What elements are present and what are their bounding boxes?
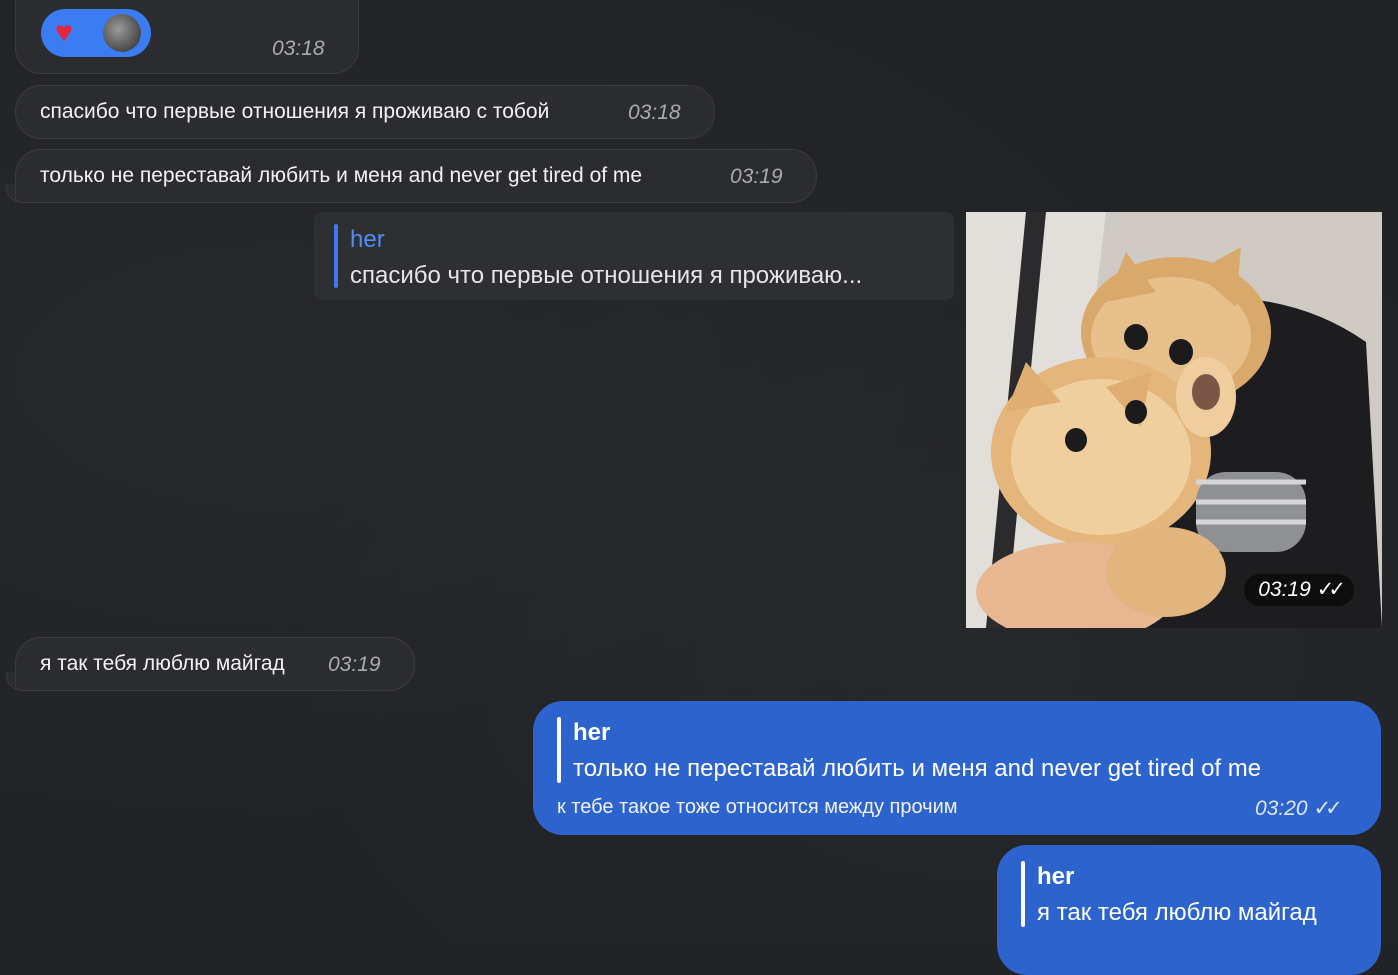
message-time: 03:19 [328, 653, 381, 676]
message-text: спасибо что первые отношения я проживаю … [40, 100, 550, 123]
message-time: 03:18 [628, 101, 681, 124]
reaction-pill[interactable]: ♥ [41, 9, 151, 57]
reply-author: her [573, 719, 611, 746]
message-time: 03:20 [1255, 797, 1308, 820]
reply-accent-bar [1021, 861, 1025, 927]
message-time: 03:19 [730, 165, 783, 188]
message-time: 03:19 [1258, 578, 1311, 601]
incoming-message[interactable]: спасибо что первые отношения я проживаю … [15, 85, 715, 139]
kittens-photo [966, 212, 1382, 628]
incoming-message[interactable]: я так тебя люблю майгад 03:19 [15, 637, 415, 691]
heart-icon: ♥ [55, 16, 73, 49]
message-text: к тебе такое тоже относится между прочим [557, 796, 958, 818]
message-text: только не переставай любить и меня and n… [40, 164, 643, 187]
double-check-icon: ✓✓ [1316, 578, 1346, 601]
photo-attachment[interactable]: 03:19 ✓✓ [966, 212, 1382, 628]
reply-text: я так тебя люблю майгад [1037, 899, 1317, 926]
message-text: я так тебя люблю майгад [40, 652, 285, 675]
outgoing-message[interactable]: her только не переставай любить и меня a… [533, 701, 1381, 835]
reply-author: her [350, 226, 385, 253]
incoming-message-reaction[interactable]: ♥ 03:18 [15, 0, 359, 74]
reply-author: her [1037, 863, 1075, 890]
reply-accent-bar [334, 224, 338, 288]
reactor-avatar [103, 14, 141, 52]
reply-quote[interactable]: her спасибо что первые отношения я прожи… [314, 212, 954, 300]
reply-text: спасибо что первые отношения я проживаю.… [350, 262, 863, 289]
reply-text: только не переставай любить и меня and n… [573, 755, 1262, 782]
message-time-status: 03:20 ✓✓ [1255, 796, 1343, 821]
photo-timestamp: 03:19 ✓✓ [1244, 574, 1354, 606]
double-check-icon: ✓✓ [1313, 797, 1343, 820]
outgoing-message[interactable]: her я так тебя люблю майгад [997, 845, 1381, 975]
reply-accent-bar [557, 717, 561, 783]
message-time: 03:18 [272, 37, 325, 60]
incoming-message[interactable]: только не переставай любить и меня and n… [15, 149, 817, 203]
